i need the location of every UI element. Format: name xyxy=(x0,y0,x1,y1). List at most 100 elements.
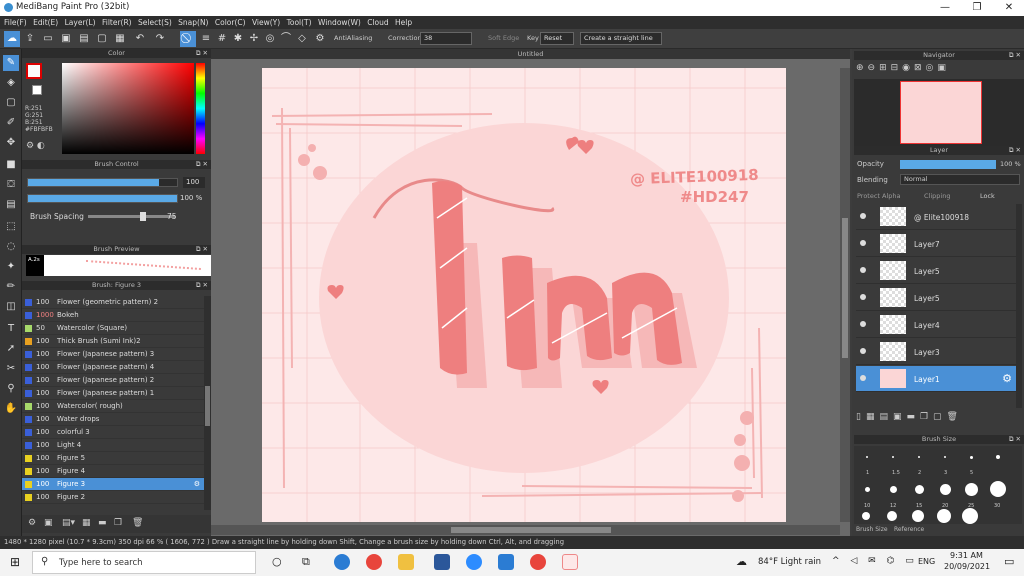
undo-icon[interactable]: ↶ xyxy=(132,31,148,47)
brush-size-dot[interactable] xyxy=(887,511,897,521)
brush-tool-icon[interactable]: ✎ xyxy=(3,55,19,71)
brush-copy-icon[interactable]: ❐ xyxy=(114,518,122,528)
rect-tool-icon[interactable]: ▢ xyxy=(3,95,19,111)
brush-item[interactable]: 100 Flower (Japanese pattern) 3 xyxy=(22,348,204,361)
brush-list-scrollbar[interactable] xyxy=(204,296,211,510)
palette-icon[interactable]: ⚙ ◐ xyxy=(26,141,45,151)
zoom-icon[interactable] xyxy=(466,554,482,570)
lasso-tool-icon[interactable]: ◌ xyxy=(3,239,19,255)
brush-size-dot[interactable] xyxy=(944,456,946,458)
brush-item[interactable]: 100 Figure 2 xyxy=(22,491,204,504)
cortana-icon[interactable]: ○ xyxy=(272,555,282,568)
cloud-icon[interactable]: ☁ xyxy=(4,31,20,47)
menu-layer[interactable]: Layer(L) xyxy=(65,16,96,29)
lock-checkbox[interactable]: Lock xyxy=(980,192,995,200)
brush-item[interactable]: 100 Light 4 xyxy=(22,439,204,452)
medibang-taskbar-icon[interactable] xyxy=(562,554,578,570)
minimize-button[interactable]: — xyxy=(930,1,960,15)
menu-edit[interactable]: Edit(E) xyxy=(33,16,58,29)
move-tool-icon[interactable]: ✥ xyxy=(3,135,19,151)
clipping-checkbox[interactable]: Clipping xyxy=(924,192,950,200)
select-eraser-icon[interactable]: ◫ xyxy=(3,299,19,315)
notification-icon[interactable]: ▭ xyxy=(1004,555,1014,568)
canvas-tab[interactable]: Untitled xyxy=(211,49,850,59)
gradient-tool-icon[interactable]: ▤ xyxy=(3,197,19,213)
brush-size-dot[interactable] xyxy=(865,487,870,492)
visibility-eye-icon[interactable] xyxy=(860,267,866,273)
brush-spacing-slider[interactable] xyxy=(88,212,175,221)
correction-select[interactable]: 38 xyxy=(420,32,472,45)
brush-size-dot[interactable] xyxy=(866,456,868,458)
layer-list-scrollbar[interactable] xyxy=(1016,204,1022,408)
brush-size-dot[interactable] xyxy=(990,481,1006,497)
antialiasing-checkbox[interactable]: AntiAliasing xyxy=(334,34,372,42)
system-tray-icons[interactable]: ^ ◁ ✉ ⌬ ▭ xyxy=(832,556,918,566)
menu-help[interactable]: Help xyxy=(395,16,412,29)
windows-start-icon[interactable]: ⊞ xyxy=(10,555,20,569)
menu-tool[interactable]: Tool(T) xyxy=(287,16,312,29)
panel-close-icon[interactable]: ⧉ ✕ xyxy=(1009,146,1021,155)
brush-size-dot[interactable] xyxy=(970,456,973,459)
edge-icon[interactable] xyxy=(334,554,350,570)
eyedropper-icon[interactable]: ⚲ xyxy=(3,381,19,397)
curve-snap-icon[interactable]: ⌒ xyxy=(278,31,294,47)
panel-close-icon[interactable]: ⧉ ✕ xyxy=(196,281,208,290)
brush-item-selected[interactable]: 100 Figure 3 ⚙ xyxy=(22,478,204,491)
brush-item[interactable]: 100 Flower (Japanese pattern) 4 xyxy=(22,361,204,374)
panel-close-icon[interactable]: ⧉ ✕ xyxy=(196,245,208,254)
no-snap-icon[interactable]: ⃠ xyxy=(180,31,196,47)
brush-item[interactable]: 100 Watercolor( rough) xyxy=(22,400,204,413)
operation-tool-icon[interactable]: ➚ xyxy=(3,341,19,357)
eraser-tool-icon[interactable]: ◈ xyxy=(3,75,19,91)
magic-wand-icon[interactable]: ✦ xyxy=(3,259,19,275)
menu-select[interactable]: Select(S) xyxy=(138,16,172,29)
brush-add-icon[interactable]: ⚙ xyxy=(28,518,36,528)
clock-time[interactable]: 9:31 AM xyxy=(950,551,983,560)
layer-row[interactable]: Layer5 xyxy=(856,258,1016,284)
straight-line-button[interactable]: Create a straight line xyxy=(580,32,662,45)
brush-item[interactable]: 100 colorful 3 xyxy=(22,426,204,439)
brush-item[interactable]: 100 Flower (Japanese pattern) 1 xyxy=(22,387,204,400)
brush-item[interactable]: 100 Flower (Japanese pattern) 2 xyxy=(22,374,204,387)
brush-opacity-slider[interactable] xyxy=(27,194,178,203)
panel-close-icon[interactable]: ⧉ ✕ xyxy=(196,49,208,58)
settings-snap-icon[interactable]: ⚙ xyxy=(312,31,328,47)
brush-size-tab[interactable]: Brush Size xyxy=(856,526,888,533)
visibility-eye-icon[interactable] xyxy=(860,240,866,246)
pen-tool-icon[interactable]: ✐ xyxy=(3,115,19,131)
menu-filter[interactable]: Filter(R) xyxy=(102,16,132,29)
navigator-preview[interactable] xyxy=(854,79,1024,147)
brush-size-dot[interactable] xyxy=(940,484,951,495)
protect-alpha-checkbox[interactable]: Protect Alpha xyxy=(857,192,901,200)
chat-icon[interactable]: ▣ xyxy=(58,31,74,47)
brush-delete-icon[interactable]: 🗑 xyxy=(132,518,143,528)
select-pen-icon[interactable]: ✏ xyxy=(3,279,19,295)
radial-snap-icon[interactable]: ✱ xyxy=(230,31,246,47)
export-icon[interactable]: ⇪ xyxy=(22,31,38,47)
divide-tool-icon[interactable]: ✂ xyxy=(3,361,19,377)
parallel-snap-icon[interactable]: ≡ xyxy=(198,31,214,47)
language-indicator[interactable]: ENG xyxy=(918,557,935,566)
soft-edge-checkbox[interactable]: Soft Edge xyxy=(488,34,519,42)
reference-tab[interactable]: Reference xyxy=(894,526,924,533)
brush-size-dot[interactable] xyxy=(962,508,978,524)
brush-size-dot[interactable] xyxy=(915,485,924,494)
weather-text[interactable]: 84°F Light rain xyxy=(758,557,821,567)
word-icon[interactable] xyxy=(434,554,450,570)
layer-row-selected[interactable]: Layer1 ⚙ xyxy=(856,366,1016,392)
brush-item[interactable]: 1000 Bokeh xyxy=(22,309,204,322)
navigator-viewport[interactable] xyxy=(900,81,982,144)
panel-close-icon[interactable]: ⧉ ✕ xyxy=(1009,435,1021,444)
fill-shape-icon[interactable]: ■ xyxy=(3,157,19,173)
brush-size-dot[interactable] xyxy=(918,456,920,458)
cross-snap-icon[interactable]: ✢ xyxy=(246,31,262,47)
layer-action-icons[interactable]: ▯▦▤▣▬❐▢🗑 xyxy=(856,412,963,422)
bucket-tool-icon[interactable]: ⛋ xyxy=(3,177,19,193)
menu-snap[interactable]: Snap(N) xyxy=(178,16,208,29)
menu-window[interactable]: Window(W) xyxy=(318,16,361,29)
brush-folder-icon[interactable]: ▬ xyxy=(98,518,107,528)
menu-file[interactable]: File(F) xyxy=(4,16,27,29)
layer-opacity-slider[interactable] xyxy=(900,160,996,169)
reset-button[interactable]: Reset xyxy=(540,32,574,45)
brush-item[interactable]: 100 Flower (geometric pattern) 2 xyxy=(22,296,204,309)
